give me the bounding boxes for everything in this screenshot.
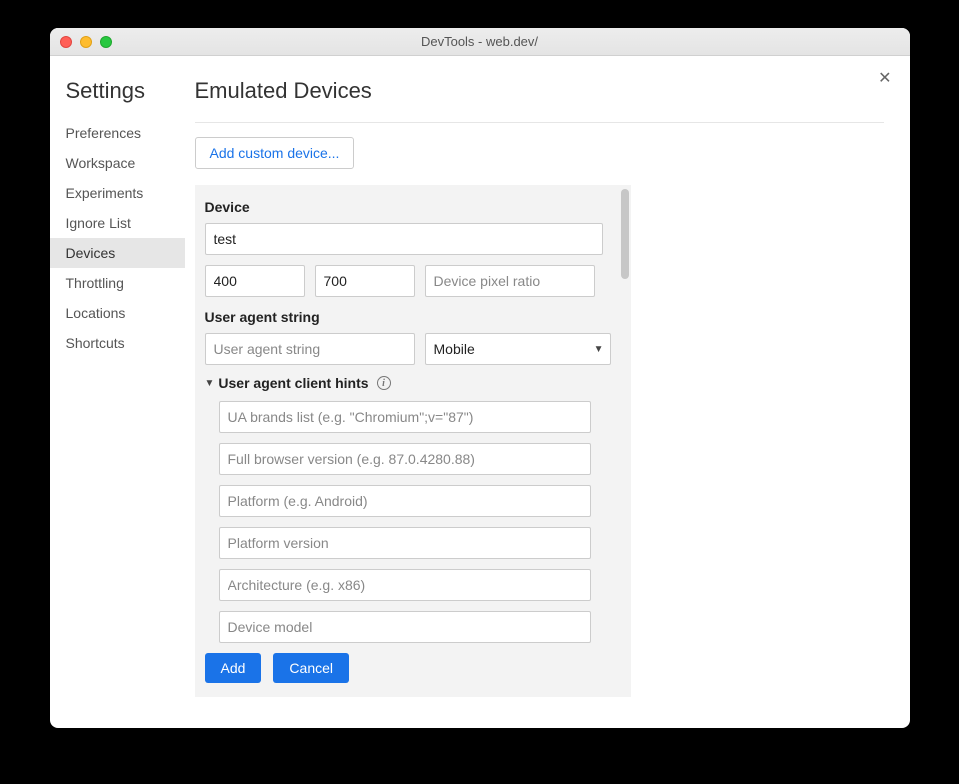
device-name-input[interactable] xyxy=(205,223,603,255)
client-hints-toggle[interactable]: ▼ User agent client hints i xyxy=(205,375,611,391)
client-hints-label: User agent client hints xyxy=(218,375,368,391)
info-icon[interactable]: i xyxy=(377,376,391,390)
window-zoom-icon[interactable] xyxy=(100,36,112,48)
platform-input[interactable] xyxy=(219,485,591,517)
main-panel: Emulated Devices Add custom device... De… xyxy=(185,56,910,728)
close-icon[interactable]: ✕ xyxy=(878,68,891,88)
ua-section-label: User agent string xyxy=(205,309,611,325)
architecture-input[interactable] xyxy=(219,569,591,601)
full-browser-version-input[interactable] xyxy=(219,443,591,475)
window-minimize-icon[interactable] xyxy=(80,36,92,48)
sidebar-item-workspace[interactable]: Workspace xyxy=(50,148,185,178)
disclosure-triangle-icon: ▼ xyxy=(205,378,215,389)
device-model-input[interactable] xyxy=(219,611,591,643)
ua-brands-input[interactable] xyxy=(219,401,591,433)
sidebar-item-throttling[interactable]: Throttling xyxy=(50,268,185,298)
divider xyxy=(195,122,884,123)
sidebar-item-shortcuts[interactable]: Shortcuts xyxy=(50,328,185,358)
sidebar-item-preferences[interactable]: Preferences xyxy=(50,118,185,148)
window-title: DevTools - web.dev/ xyxy=(50,34,910,49)
sidebar-item-devices[interactable]: Devices xyxy=(50,238,185,268)
window-close-icon[interactable] xyxy=(60,36,72,48)
add-custom-device-button[interactable]: Add custom device... xyxy=(195,137,355,169)
platform-version-input[interactable] xyxy=(219,527,591,559)
device-width-input[interactable] xyxy=(205,265,305,297)
device-pixel-ratio-input[interactable] xyxy=(425,265,595,297)
settings-heading: Settings xyxy=(66,78,185,104)
sidebar-item-ignore-list[interactable]: Ignore List xyxy=(50,208,185,238)
device-height-input[interactable] xyxy=(315,265,415,297)
device-form: Device User agent string xyxy=(195,185,619,697)
user-agent-input[interactable] xyxy=(205,333,415,365)
device-section-label: Device xyxy=(205,199,611,215)
titlebar: DevTools - web.dev/ xyxy=(50,28,910,56)
add-button[interactable]: Add xyxy=(205,653,262,683)
settings-sidebar: Settings Preferences Workspace Experimen… xyxy=(50,56,185,728)
user-agent-type-value: Mobile xyxy=(434,341,475,357)
devtools-window: DevTools - web.dev/ ✕ Settings Preferenc… xyxy=(50,28,910,728)
page-title: Emulated Devices xyxy=(195,78,884,104)
sidebar-item-experiments[interactable]: Experiments xyxy=(50,178,185,208)
cancel-button[interactable]: Cancel xyxy=(273,653,349,683)
scrollbar[interactable] xyxy=(619,185,631,697)
sidebar-item-locations[interactable]: Locations xyxy=(50,298,185,328)
chevron-down-icon: ▼ xyxy=(594,344,604,355)
user-agent-type-select[interactable]: Mobile ▼ xyxy=(425,333,611,365)
